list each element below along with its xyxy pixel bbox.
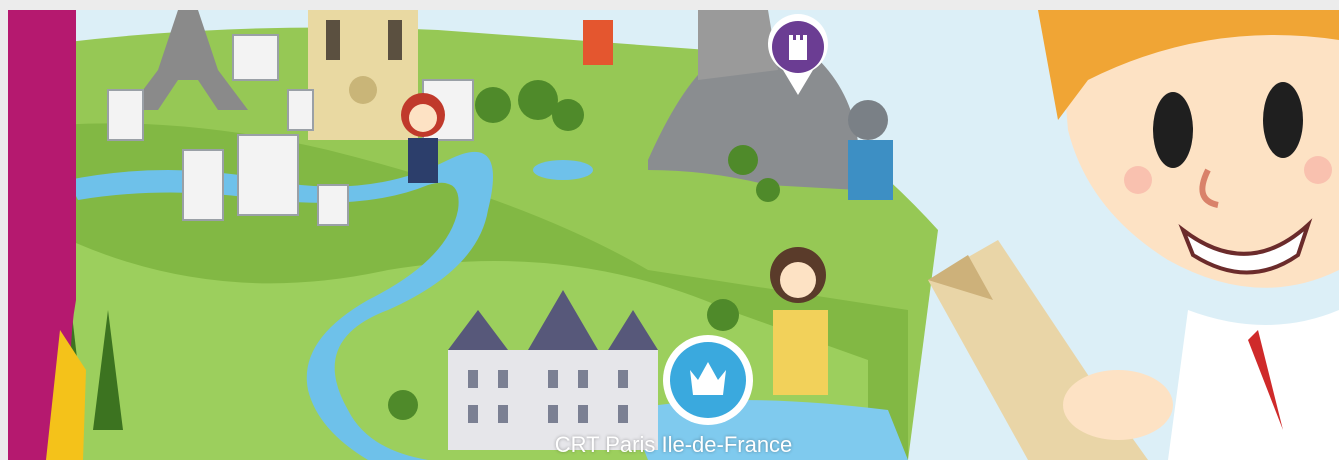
character-king: [770, 247, 828, 395]
character-knight: [848, 100, 893, 200]
image-caption: CRT Paris Ile-de-France: [554, 432, 793, 457]
crown-pin-icon: [663, 335, 753, 425]
character-top: [583, 20, 613, 65]
illustration: [8, 10, 1339, 460]
illustration-frame: CRT Paris Ile-de-France: [8, 10, 1339, 460]
